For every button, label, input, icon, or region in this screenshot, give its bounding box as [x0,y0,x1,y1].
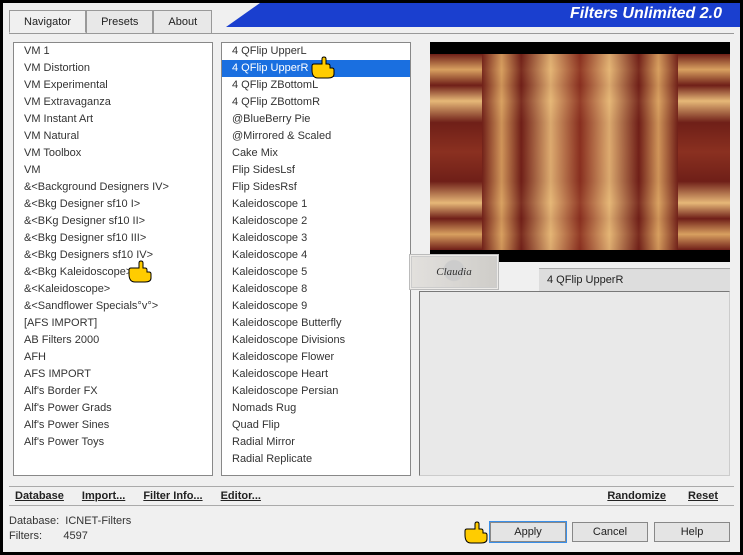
category-item[interactable]: AB Filters 2000 [14,332,212,349]
help-button[interactable]: Help [654,522,730,542]
category-item[interactable]: Alf's Power Toys [14,434,212,451]
filter-item[interactable]: Radial Mirror [222,434,410,451]
filter-item[interactable]: @Mirrored & Scaled [222,128,410,145]
filter-item[interactable]: @BlueBerry Pie [222,111,410,128]
filter-item[interactable]: Kaleidoscope 3 [222,230,410,247]
reset-link[interactable]: Reset [688,490,718,502]
hand-pointer-icon [461,521,491,545]
filter-item[interactable]: Flip SidesRsf [222,179,410,196]
category-item[interactable]: &<Bkg Designer sf10 III> [14,230,212,247]
tab-navigator[interactable]: Navigator [9,10,86,33]
preview-label-row: Claudia 4 QFlip UpperR [419,268,730,291]
filter-item[interactable]: Kaleidoscope 9 [222,298,410,315]
category-item[interactable]: Alf's Power Grads [14,400,212,417]
category-item[interactable]: VM Instant Art [14,111,212,128]
category-item[interactable]: &<Sandflower Specials°v°> [14,298,212,315]
preview-image [430,42,730,262]
filter-list[interactable]: 4 QFlip UpperL4 QFlip UpperR4 QFlip ZBot… [221,42,411,476]
category-item[interactable]: &<Bkg Kaleidoscope> [14,264,212,281]
category-item[interactable]: &<Bkg Designer sf10 I> [14,196,212,213]
cancel-button[interactable]: Cancel [572,522,648,542]
filter-item[interactable]: Kaleidoscope Heart [222,366,410,383]
category-item[interactable]: Alf's Border FX [14,383,212,400]
import-link[interactable]: Import... [82,490,125,502]
category-list[interactable]: VM 1VM DistortionVM ExperimentalVM Extra… [13,42,213,476]
preview-column: Claudia 4 QFlip UpperR [419,42,730,476]
category-item[interactable]: &<Kaleidoscope> [14,281,212,298]
category-item[interactable]: VM [14,162,212,179]
category-item[interactable]: AFS IMPORT [14,366,212,383]
status-filters-value: 4597 [63,530,87,542]
category-item[interactable]: VM Experimental [14,77,212,94]
apply-button[interactable]: Apply [490,522,566,542]
preview-svg [430,42,730,262]
database-link[interactable]: Database [15,490,64,502]
selected-filter-label: 4 QFlip UpperR [539,268,730,291]
filter-controls-panel [419,291,730,476]
category-item[interactable]: VM Toolbox [14,145,212,162]
filter-item[interactable]: Kaleidoscope 8 [222,281,410,298]
main-panel: VM 1VM DistortionVM ExperimentalVM Extra… [9,33,734,484]
filter-item[interactable]: Kaleidoscope 4 [222,247,410,264]
filter-info-link[interactable]: Filter Info... [143,490,202,502]
dialog-buttons: Apply Cancel Help [490,522,730,542]
tab-about[interactable]: About [153,10,212,33]
filter-item[interactable]: Kaleidoscope Flower [222,349,410,366]
filter-item[interactable]: Cake Mix [222,145,410,162]
filter-item[interactable]: Kaleidoscope Persian [222,383,410,400]
category-item[interactable]: AFH [14,349,212,366]
category-item[interactable]: &<Background Designers IV> [14,179,212,196]
toolbar-row: Database Import... Filter Info... Editor… [9,486,734,506]
preview-stamp-slot: Claudia [419,268,539,290]
filter-item[interactable]: Quad Flip [222,417,410,434]
header: Navigator Presets About Filters Unlimite… [3,3,740,33]
category-item[interactable]: &<BKg Designer sf10 II> [14,213,212,230]
filter-item[interactable]: Kaleidoscope 2 [222,213,410,230]
category-item[interactable]: Alf's Power Sines [14,417,212,434]
filter-item[interactable]: Kaleidoscope Butterfly [222,315,410,332]
filter-item[interactable]: Flip SidesLsf [222,162,410,179]
randomize-link[interactable]: Randomize [607,490,666,502]
category-item[interactable]: VM 1 [14,43,212,60]
app-window: Navigator Presets About Filters Unlimite… [2,2,741,553]
status-bar: Database: ICNET-Filters Filters: 4597 [9,514,131,544]
filter-item[interactable]: 4 QFlip ZBottomR [222,94,410,111]
app-title: Filters Unlimited 2.0 [260,3,740,27]
status-filters-label: Filters: [9,530,42,542]
tabs: Navigator Presets About [9,9,212,32]
category-item[interactable]: [AFS IMPORT] [14,315,212,332]
filter-item[interactable]: Kaleidoscope Divisions [222,332,410,349]
tab-presets[interactable]: Presets [86,10,153,33]
category-item[interactable]: &<Bkg Designers sf10 IV> [14,247,212,264]
filter-item[interactable]: 4 QFlip UpperR [222,60,410,77]
status-db-value: ICNET-Filters [65,515,131,527]
editor-link[interactable]: Editor... [221,490,261,502]
category-item[interactable]: VM Distortion [14,60,212,77]
filter-item[interactable]: Nomads Rug [222,400,410,417]
filter-item[interactable]: 4 QFlip ZBottomL [222,77,410,94]
filter-item[interactable]: Kaleidoscope 5 [222,264,410,281]
watermark-stamp: Claudia [409,254,499,290]
filter-item[interactable]: Kaleidoscope 1 [222,196,410,213]
category-item[interactable]: VM Natural [14,128,212,145]
filter-item[interactable]: Radial Replicate [222,451,410,468]
category-item[interactable]: VM Extravaganza [14,94,212,111]
stamp-text: Claudia [436,266,471,278]
status-db-label: Database: [9,515,59,527]
